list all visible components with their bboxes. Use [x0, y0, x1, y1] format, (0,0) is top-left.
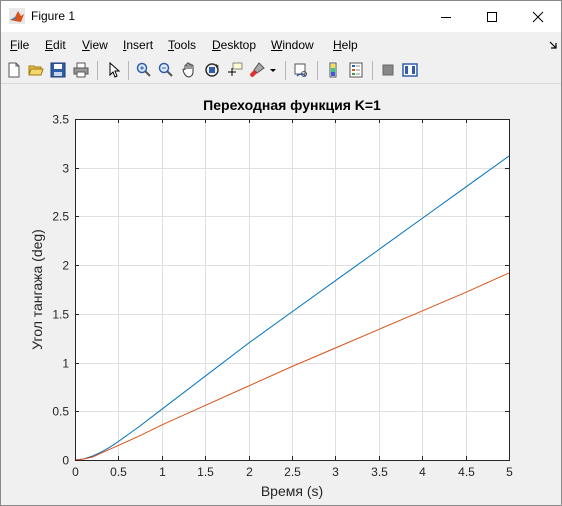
menu-edit-mnemonic: E [45, 38, 54, 52]
toolbar-separator [285, 61, 286, 80]
toolbar-separator [372, 61, 373, 80]
menu-help[interactable]: Help [333, 38, 358, 52]
menu-view[interactable]: View [82, 38, 108, 52]
x-tick-label: 4.5 [458, 465, 475, 479]
figure-canvas[interactable]: 0 0.5 1 1.5 2 2.5 3 3.5 4 4.5 5 0 0.5 1 1.5 2 2.5 3 3.5 Пе… [1, 85, 561, 506]
menu-window-mnemonic: W [271, 38, 283, 52]
x-tick-label: 0 [72, 465, 79, 479]
menu-view-mnemonic: V [82, 38, 90, 52]
close-icon [532, 11, 544, 22]
menu-desktop[interactable]: Desktop [212, 38, 256, 52]
print-icon[interactable] [71, 60, 91, 80]
close-button[interactable] [515, 1, 561, 32]
figure-window: Figure 1 File Edit View Insert Tools Des… [0, 0, 562, 506]
title-bar[interactable]: Figure 1 [1, 1, 561, 32]
zoom-in-icon[interactable] [134, 60, 154, 80]
menu-file-mnemonic: F [10, 38, 18, 52]
hide-plot-tools-icon[interactable] [378, 60, 398, 80]
legend-icon[interactable] [346, 60, 366, 80]
x-tick-label: 4 [419, 465, 426, 479]
pan-hand-icon[interactable] [179, 60, 199, 80]
new-figure-icon[interactable] [4, 60, 24, 80]
menu-help-mnemonic: H [333, 38, 342, 52]
menu-file[interactable]: File [10, 38, 29, 52]
y-tick-label: 1.5 [52, 308, 69, 322]
matlab-app-icon [9, 8, 25, 24]
link-plot-icon[interactable] [291, 60, 311, 80]
menu-tools[interactable]: Tools [168, 38, 196, 52]
x-tick-label: 0.5 [110, 465, 127, 479]
toolbar-separator [128, 61, 129, 80]
x-tick-label: 2 [246, 465, 253, 479]
x-tick-label: 3.5 [371, 465, 388, 479]
menu-tools-mnemonic: T [168, 38, 174, 52]
x-tick-label: 1 [159, 465, 166, 479]
menu-bar: File Edit View Insert Tools Desktop Wind… [1, 32, 561, 57]
data-cursor-icon[interactable] [225, 60, 245, 80]
plot-title: Переходная функция K=1 [203, 97, 381, 113]
toolbar-separator [97, 61, 98, 80]
colorbar-icon[interactable] [323, 60, 343, 80]
menu-window[interactable]: Window [271, 38, 314, 52]
minimize-button[interactable] [423, 1, 469, 32]
y-axis-label: Угол тангажа (deg) [29, 229, 45, 350]
menu-insert-mnemonic: I [123, 38, 127, 52]
plot-svg[interactable]: 0 0.5 1 1.5 2 2.5 3 3.5 4 4.5 5 0 0.5 1 1.5 2 2.5 3 3.5 Пе… [1, 85, 561, 506]
brush-dropdown-icon[interactable] [267, 60, 279, 80]
y-tick-label: 0 [62, 454, 69, 468]
brush-icon[interactable] [247, 60, 267, 80]
x-tick-label: 1.5 [197, 465, 214, 479]
save-icon[interactable] [48, 60, 68, 80]
x-axis-label: Время (s) [261, 483, 323, 499]
y-tick-label: 3 [62, 162, 69, 176]
y-tick-label: 1 [62, 357, 69, 371]
toolbar-separator [317, 61, 318, 80]
dock-arrow-icon[interactable] [549, 41, 557, 49]
y-tick-label: 2 [62, 259, 69, 273]
show-plot-tools-icon[interactable] [400, 60, 420, 80]
x-tick-label: 5 [506, 465, 513, 479]
figure-toolbar [1, 57, 561, 84]
maximize-icon [487, 11, 497, 22]
open-file-icon[interactable] [26, 60, 46, 80]
rotate-3d-icon[interactable] [202, 60, 222, 80]
y-tick-label: 2.5 [52, 210, 69, 224]
x-tick-label: 2.5 [284, 465, 301, 479]
window-title: Figure 1 [31, 9, 76, 23]
edit-plot-arrow-icon[interactable] [104, 60, 124, 80]
maximize-button[interactable] [469, 1, 515, 32]
menu-insert[interactable]: Insert [123, 38, 153, 52]
x-tick-label: 3 [332, 465, 339, 479]
menu-desktop-mnemonic: D [212, 38, 221, 52]
zoom-out-icon[interactable] [156, 60, 176, 80]
menu-edit[interactable]: Edit [45, 38, 66, 52]
y-tick-label: 3.5 [52, 113, 69, 127]
y-tick-label: 0.5 [52, 405, 69, 419]
minimize-icon [441, 16, 451, 18]
